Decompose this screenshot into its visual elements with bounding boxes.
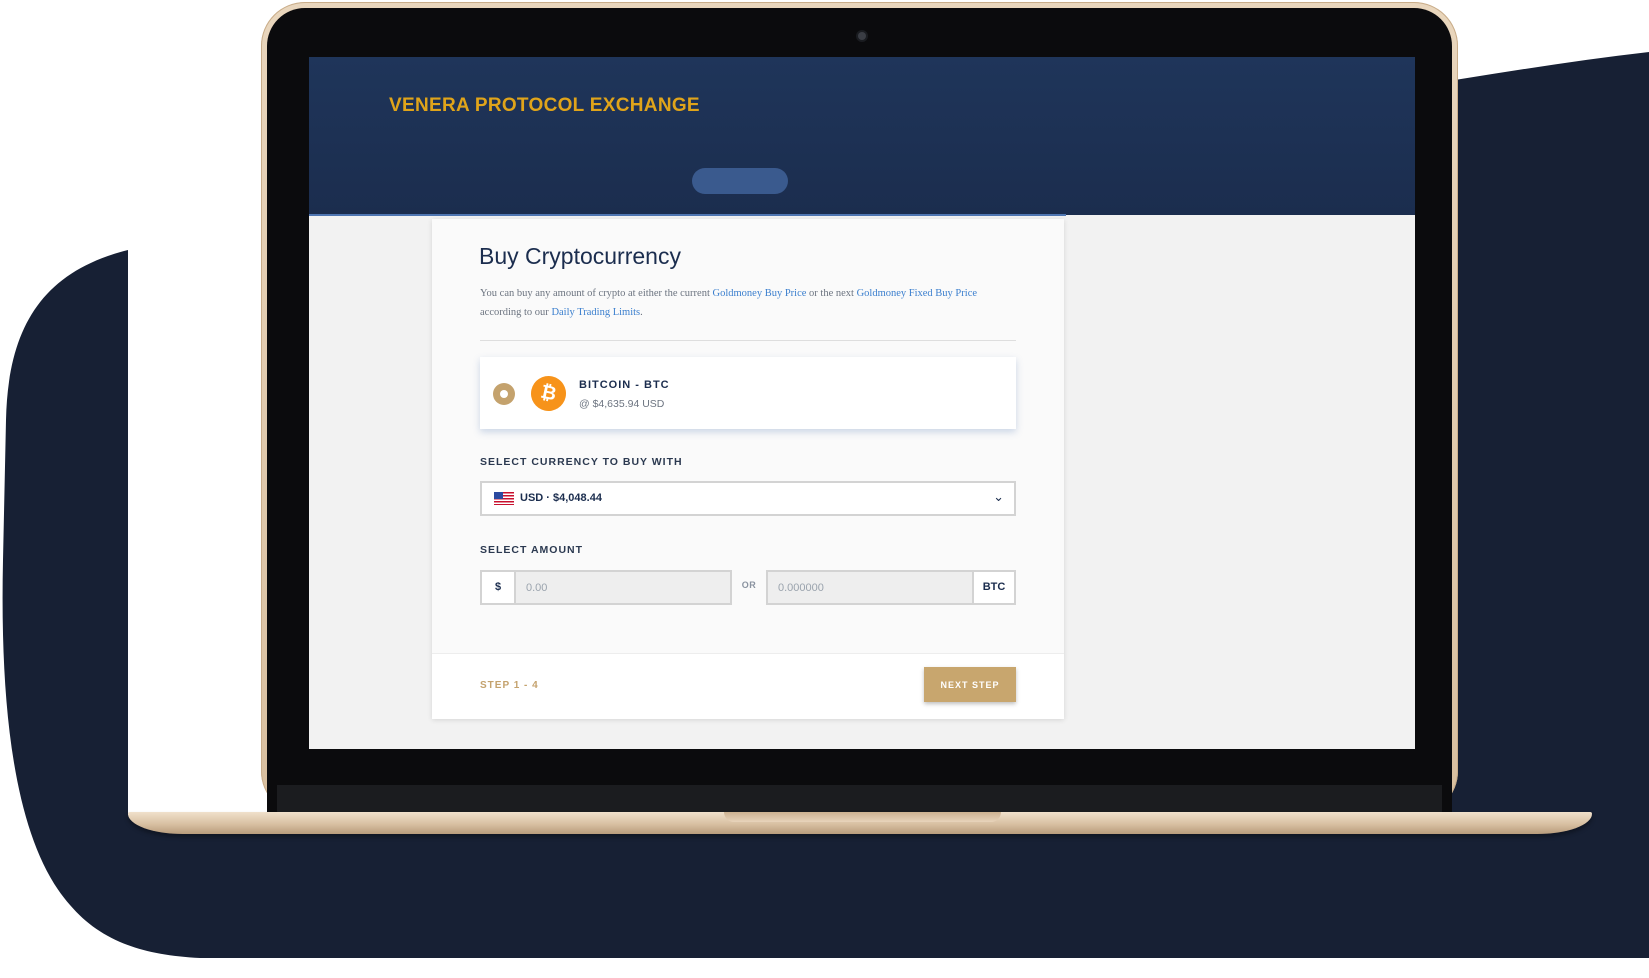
bitcoin-icon: ₿: [527, 372, 570, 415]
card-title: Buy Cryptocurrency: [479, 243, 681, 269]
amount-label: SELECT AMOUNT: [480, 544, 584, 556]
camera-icon: [858, 32, 866, 40]
currency-label: SELECT CURRENCY TO BUY WITH: [480, 456, 683, 468]
card-footer: STEP 1 - 4 NEXT STEP: [432, 653, 1064, 719]
bezel-chin: [277, 785, 1442, 815]
header-nav-pill[interactable]: [692, 168, 788, 194]
laptop-base: [128, 812, 1592, 834]
step-indicator: STEP 1 - 4: [480, 680, 539, 691]
chevron-down-icon: ⌄: [993, 490, 1004, 505]
description-text-4: .: [640, 307, 643, 318]
crypto-amount-group: BTC: [766, 570, 1016, 605]
fiat-amount-input[interactable]: [516, 572, 730, 603]
laptop-notch: [724, 812, 1001, 822]
crypto-amount-input[interactable]: [768, 572, 974, 603]
buy-crypto-card: Buy Cryptocurrency You can buy any amoun…: [432, 219, 1064, 719]
fiat-prefix: $: [482, 572, 516, 603]
divider: [480, 340, 1016, 341]
description-text-2: or the next: [806, 288, 857, 299]
next-step-button[interactable]: NEXT STEP: [924, 667, 1016, 702]
description-text-1: You can buy any amount of crypto at eith…: [480, 288, 713, 299]
coin-option-bitcoin[interactable]: ₿ BITCOIN - BTC @ $4,635.94 USD: [480, 357, 1016, 429]
app-header: VENERA PROTOCOL EXCHANGE: [309, 57, 1415, 215]
fiat-amount-group: $: [480, 570, 732, 605]
or-separator: OR: [741, 580, 757, 590]
daily-trading-limits-link[interactable]: Daily Trading Limits: [551, 307, 640, 318]
buy-price-link[interactable]: Goldmoney Buy Price: [713, 288, 807, 299]
card-description: You can buy any amount of crypto at eith…: [480, 284, 1010, 322]
brand-title[interactable]: VENERA PROTOCOL EXCHANGE: [389, 95, 700, 117]
coin-name: BITCOIN - BTC: [579, 379, 670, 391]
currency-select-value: USD · $4,048.44: [520, 492, 602, 504]
coin-price: @ $4,635.94 USD: [579, 398, 665, 410]
crypto-suffix: BTC: [972, 572, 1014, 603]
page-stage: VENERA PROTOCOL EXCHANGE Buy Cryptocurre…: [0, 0, 1649, 978]
currency-select[interactable]: USD · $4,048.44 ⌄: [480, 481, 1016, 516]
fixed-buy-price-link[interactable]: Goldmoney Fixed Buy Price: [857, 288, 977, 299]
us-flag-icon: [494, 492, 514, 505]
header-underline: [309, 214, 1066, 216]
laptop-screen: VENERA PROTOCOL EXCHANGE Buy Cryptocurre…: [309, 57, 1415, 749]
description-text-3: according to our: [480, 307, 552, 318]
coin-radio-button[interactable]: [493, 383, 515, 405]
